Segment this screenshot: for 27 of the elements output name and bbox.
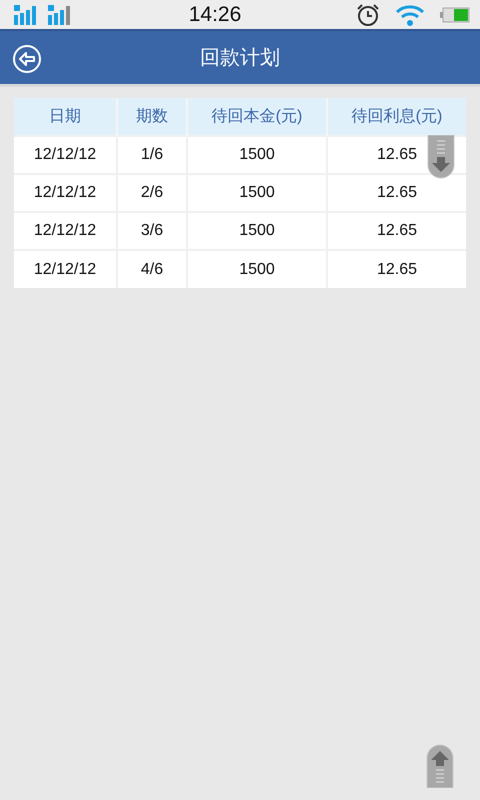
table-cell: 4/6 <box>117 250 187 288</box>
table-cell: 1/6 <box>117 136 187 174</box>
battery-icon <box>440 6 470 22</box>
table-cell: 12.65 <box>327 212 466 250</box>
table-cell: 2/6 <box>117 174 187 212</box>
screen-title: 回款计划 <box>200 46 280 70</box>
scroll-up-button[interactable] <box>426 744 454 788</box>
wifi-icon <box>396 4 424 26</box>
table-cell: 12.65 <box>327 250 466 288</box>
column-header: 待回利息(元) <box>327 98 466 136</box>
table-cell: 3/6 <box>117 212 187 250</box>
table-cell: 12/12/12 <box>14 212 117 250</box>
column-header: 日期 <box>14 98 117 136</box>
table-cell: 1500 <box>187 212 327 250</box>
column-header: 期数 <box>117 98 187 136</box>
table-cell: 12.65 <box>327 174 466 212</box>
alarm-icon <box>356 2 380 26</box>
table-cell: 12/12/12 <box>14 174 117 212</box>
back-button[interactable] <box>12 44 42 74</box>
table-cell: 1500 <box>187 174 327 212</box>
column-header: 待回本金(元) <box>187 98 327 136</box>
scroll-down-button[interactable] <box>427 135 455 179</box>
clock-time: 14:26 <box>188 2 242 26</box>
table-cell: 1500 <box>187 136 327 174</box>
table-cell: 12/12/12 <box>14 136 117 174</box>
table-cell: 1500 <box>187 250 327 288</box>
table-cell: 12/12/12 <box>14 250 117 288</box>
